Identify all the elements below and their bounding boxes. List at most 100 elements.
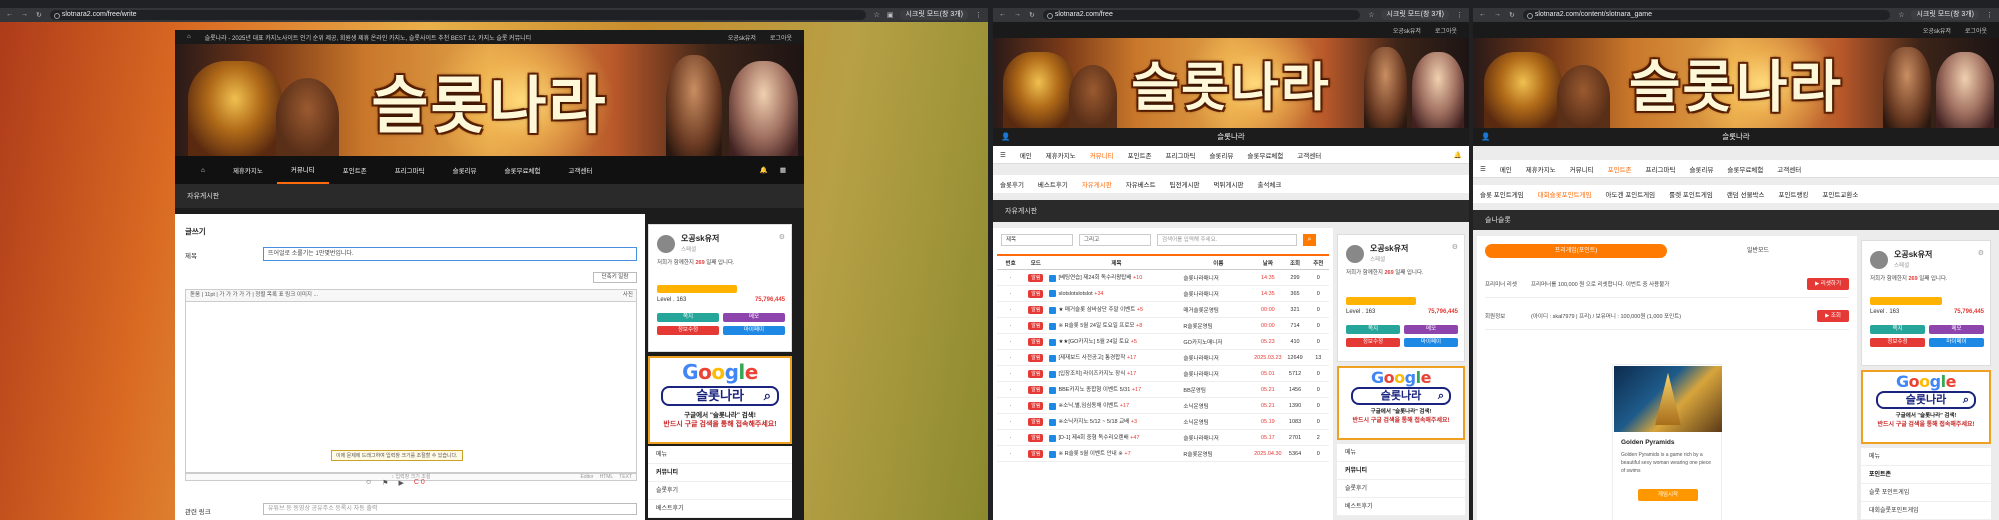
post-title[interactable]: ※소닉카지노 5/12 ~ 5/18 교배	[1058, 419, 1129, 425]
nav-item[interactable]: 제휴카지노	[1519, 164, 1563, 174]
nav-item[interactable]: 슬롯무료체험	[1720, 164, 1770, 174]
table-row[interactable]: · 알림 ※소닉카지노 5/12 ~ 5/18 교배 +3 소닉운영팀 05.19 108…	[997, 414, 1329, 430]
author[interactable]: 매거슬롯운영팀	[1183, 306, 1253, 314]
subnav-item[interactable]: 포인트랭킹	[1772, 189, 1816, 199]
author[interactable]: 슬롯나라매니저	[1183, 434, 1253, 442]
grid-icon[interactable]: ▦	[774, 156, 792, 184]
menu-item[interactable]: 슬롯 포인트게임	[1861, 484, 1991, 502]
star-icon[interactable]: ☆	[1368, 11, 1374, 19]
mode-editor[interactable]: Editor	[581, 474, 594, 481]
counter[interactable]: C 0	[414, 479, 425, 487]
google-search-ad[interactable]: Google 슬롯나라 ⌕ 구글에서 "슬롯나라" 검색! 반드시 구글 검색을 …	[1861, 370, 1991, 444]
table-row[interactable]: · 알림 [D-1] 제4회 중형 독수리오렌배 +47 슬롯나라매니저 05.17 27…	[997, 430, 1329, 446]
search-op-select[interactable]: 그리고	[1079, 234, 1151, 246]
subnav-item[interactable]: 먹튀게시판	[1207, 179, 1251, 189]
search-field-select[interactable]: 제목	[1001, 234, 1073, 246]
table-row[interactable]: · 알림 ★★[GO카지노] 5월 24일 토요 +5 GO카지노매니저 05.23 41…	[997, 334, 1329, 350]
post-title[interactable]: [D-1] 제4회 중형 독수리오렌배	[1058, 435, 1128, 441]
back-icon[interactable]: ←	[6, 11, 13, 19]
edit-profile-button[interactable]: 정보수정	[1346, 338, 1400, 347]
game-start-button[interactable]: 게임시작	[1638, 489, 1698, 501]
subnav-item[interactable]: 베스트후기	[1031, 179, 1075, 189]
nav-item[interactable]: 고객센터	[1770, 164, 1808, 174]
nav-item-active[interactable]: 커뮤니티	[1083, 150, 1121, 160]
nav-item[interactable]: 메인	[1493, 164, 1519, 174]
subnav-item-active[interactable]: 대회슬롯포인트게임	[1531, 189, 1599, 199]
settings-icon[interactable]: ⚙	[1452, 243, 1458, 251]
photo-button[interactable]: 사진	[623, 290, 633, 298]
bell-icon[interactable]: 🔔	[1447, 151, 1469, 159]
menu-community[interactable]: 커뮤니티	[1337, 462, 1465, 480]
forward-icon[interactable]: →	[1494, 11, 1501, 19]
url-field[interactable]: slotnara2.com/free/write	[49, 10, 866, 20]
nav-item[interactable]: 슬롯무료체험	[491, 156, 555, 184]
user-icon[interactable]: 👤	[1481, 128, 1490, 146]
menu-pointzone[interactable]: 포인트존	[1861, 466, 1991, 484]
extensions-icon[interactable]: ▣	[887, 11, 894, 19]
settings-icon[interactable]: ⚙	[779, 233, 785, 241]
logout-link[interactable]: 로그아웃	[1435, 26, 1457, 35]
table-row[interactable]: · 알림 ※소닉,별,임심동채 이벤트 +17 소닉운영팀 05.21 1390 0	[997, 398, 1329, 414]
memo-button[interactable]: 메모	[723, 313, 785, 322]
nav-item[interactable]: 프리그마틱	[1639, 164, 1683, 174]
post-title[interactable]: ★ 매거슬롯 삼바삼단 주말 이벤트	[1058, 307, 1135, 313]
subnav-item[interactable]: 슬롯 포인트게임	[1473, 189, 1531, 199]
search-icon[interactable]: ⌕	[1303, 234, 1316, 246]
post-title[interactable]: ★★[GO카지노] 5월 24일 토요	[1058, 339, 1129, 345]
subnav-item-active[interactable]: 자유게시판	[1075, 179, 1119, 189]
author[interactable]: GO카지노매니저	[1183, 338, 1253, 346]
user-link[interactable]: 오공sk유저	[1393, 26, 1421, 35]
site-logo[interactable]: 슬롯나라	[175, 55, 804, 145]
message-button[interactable]: 쪽지	[1870, 325, 1925, 334]
reload-icon[interactable]: ↻	[1029, 11, 1035, 19]
tab-normal-mode[interactable]: 일반모드	[1667, 244, 1849, 258]
memo-button[interactable]: 메모	[1929, 325, 1984, 334]
message-button[interactable]: 쪽지	[657, 313, 719, 322]
hamburger-icon[interactable]: ☰	[1473, 165, 1493, 173]
emoji-icon[interactable]: ☺	[365, 479, 372, 487]
post-title[interactable]: BBE카지노 종합형 이벤트 5/31	[1058, 387, 1130, 393]
author[interactable]: 슬롯나라매니저	[1183, 370, 1253, 378]
subnav-item[interactable]: 출석체크	[1250, 179, 1288, 189]
nav-item[interactable]: 프리그마틱	[381, 156, 439, 184]
table-row[interactable]: · 알림 ※ R슬롯 5월 24일 토요일 프로모 +8 R슬롯운영팀 00:00 714…	[997, 318, 1329, 334]
edit-profile-button[interactable]: 정보수정	[1870, 338, 1925, 347]
youtube-icon[interactable]: ▶	[398, 479, 403, 487]
subnav-item[interactable]: 아도겐 포인트게임	[1599, 189, 1663, 199]
back-icon[interactable]: ←	[999, 11, 1006, 19]
home-icon[interactable]: ⌂	[187, 34, 191, 40]
mypage-button[interactable]: 마이페이	[1404, 338, 1458, 347]
user-link[interactable]: 오공sk유저	[728, 33, 756, 42]
star-icon[interactable]: ☆	[874, 11, 880, 19]
author[interactable]: R슬롯운영팀	[1183, 450, 1253, 458]
author[interactable]: 소닉운영팀	[1183, 402, 1253, 410]
logout-link[interactable]: 로그아웃	[1965, 26, 1987, 35]
author[interactable]: BB운영팀	[1183, 386, 1253, 394]
reload-icon[interactable]: ↻	[1509, 11, 1515, 19]
nav-item[interactable]: 제휴카지노	[1039, 150, 1083, 160]
mode-html[interactable]: HTML	[600, 474, 614, 481]
table-row[interactable]: · 알림 ※ R슬롯 5월 이벤트 안내 ※ +7 R슬롯운영팀 2025.04.30 5…	[997, 446, 1329, 462]
back-icon[interactable]: ←	[1479, 11, 1486, 19]
star-icon[interactable]: ☆	[1898, 11, 1904, 19]
subnav-item[interactable]: 룰렛 포인트게임	[1662, 189, 1720, 199]
bell-icon[interactable]: 🔔	[754, 156, 774, 184]
site-banner[interactable]: 슬롯나라	[1473, 38, 1999, 128]
reset-button[interactable]: ▶ 리셋하기	[1807, 277, 1849, 290]
nav-item[interactable]: 슬롯리뷰	[1202, 150, 1240, 160]
message-button[interactable]: 쪽지	[1346, 325, 1400, 334]
url-field[interactable]: slotnara2.com/free	[1042, 10, 1361, 20]
reload-icon[interactable]: ↻	[36, 11, 42, 19]
memo-button[interactable]: 메모	[1404, 325, 1458, 334]
nav-item[interactable]: 포인트존	[1121, 150, 1159, 160]
nav-item-active[interactable]: 포인트존	[1601, 164, 1639, 174]
subnav-item[interactable]: 랜덤 선물박스	[1720, 189, 1772, 199]
author[interactable]: 슬롯나라매니저	[1183, 274, 1253, 282]
mode-text[interactable]: TEXT	[619, 474, 632, 481]
menu-item[interactable]: 대회슬롯포인트게임	[1861, 502, 1991, 520]
table-row[interactable]: · 알림 BBE카지노 종합형 이벤트 5/31 +17 BB운영팀 05.21 1456…	[997, 382, 1329, 398]
menu-community[interactable]: 커뮤니티	[648, 464, 792, 482]
tab-free-game[interactable]: 프리게임(포인트)	[1485, 244, 1667, 258]
mypage-button[interactable]: 마이페이	[723, 326, 785, 335]
nav-item[interactable]: 포인트존	[329, 156, 381, 184]
